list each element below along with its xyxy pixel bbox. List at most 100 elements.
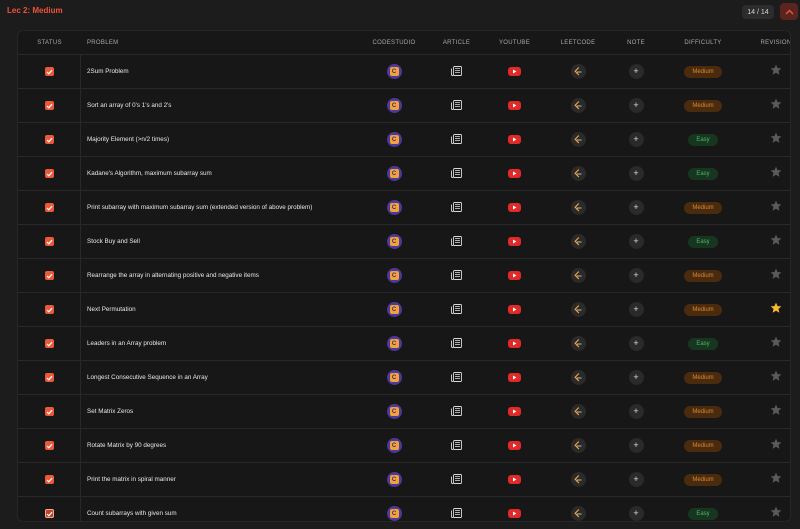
status-checkbox[interactable] <box>44 135 54 144</box>
codestudio-icon[interactable]: C <box>386 506 402 521</box>
star-icon[interactable] <box>770 335 782 353</box>
star-icon[interactable] <box>770 233 782 251</box>
problem-name[interactable]: Rotate Matrix by 90 degrees <box>81 429 356 462</box>
article-icon[interactable] <box>451 233 462 251</box>
leetcode-icon[interactable] <box>570 200 586 215</box>
star-icon[interactable] <box>770 267 782 285</box>
codestudio-icon[interactable]: C <box>386 336 402 351</box>
problem-name[interactable]: Longest Consecutive Sequence in an Array <box>81 361 356 394</box>
youtube-icon[interactable] <box>508 305 521 314</box>
article-icon[interactable] <box>451 335 462 353</box>
problem-name[interactable]: Count subarrays with given sum <box>81 497 356 521</box>
leetcode-icon[interactable] <box>570 132 586 147</box>
status-checkbox[interactable] <box>44 509 54 518</box>
article-icon[interactable] <box>451 131 462 149</box>
add-note-button[interactable]: + <box>628 98 644 113</box>
status-checkbox[interactable] <box>44 203 54 212</box>
article-icon[interactable] <box>451 165 462 183</box>
add-note-button[interactable]: + <box>628 132 644 147</box>
leetcode-icon[interactable] <box>570 438 586 453</box>
problem-name[interactable]: Print subarray with maximum subarray sum… <box>81 191 356 224</box>
status-checkbox[interactable] <box>44 101 54 110</box>
leetcode-icon[interactable] <box>570 370 586 385</box>
youtube-icon[interactable] <box>508 203 521 212</box>
star-icon[interactable] <box>770 301 782 319</box>
problem-name[interactable]: Set Matrix Zeros <box>81 395 356 428</box>
codestudio-icon[interactable]: C <box>386 370 402 385</box>
problem-name[interactable]: Stock Buy and Sell <box>81 225 356 258</box>
star-icon[interactable] <box>770 437 782 455</box>
status-checkbox[interactable] <box>44 441 54 450</box>
article-icon[interactable] <box>451 369 462 387</box>
status-checkbox[interactable] <box>44 339 54 348</box>
star-icon[interactable] <box>770 403 782 421</box>
problem-name[interactable]: Majority Element (>n/2 times) <box>81 123 356 156</box>
codestudio-icon[interactable]: C <box>386 234 402 249</box>
article-icon[interactable] <box>451 63 462 81</box>
codestudio-icon[interactable]: C <box>386 472 402 487</box>
add-note-button[interactable]: + <box>628 64 644 79</box>
codestudio-icon[interactable]: C <box>386 166 402 181</box>
codestudio-icon[interactable]: C <box>386 302 402 317</box>
problem-name[interactable]: 2Sum Problem <box>81 55 356 88</box>
status-checkbox[interactable] <box>44 305 54 314</box>
youtube-icon[interactable] <box>508 237 521 246</box>
problem-name[interactable]: Rearrange the array in alternating posit… <box>81 259 356 292</box>
star-icon[interactable] <box>770 369 782 387</box>
status-checkbox[interactable] <box>44 373 54 382</box>
leetcode-icon[interactable] <box>570 302 586 317</box>
youtube-icon[interactable] <box>508 271 521 280</box>
article-icon[interactable] <box>451 267 462 285</box>
problem-name[interactable]: Print the matrix in spiral manner <box>81 463 356 496</box>
add-note-button[interactable]: + <box>628 234 644 249</box>
article-icon[interactable] <box>451 505 462 522</box>
add-note-button[interactable]: + <box>628 336 644 351</box>
add-note-button[interactable]: + <box>628 370 644 385</box>
leetcode-icon[interactable] <box>570 472 586 487</box>
codestudio-icon[interactable]: C <box>386 438 402 453</box>
add-note-button[interactable]: + <box>628 506 644 521</box>
problem-name[interactable]: Leaders in an Array problem <box>81 327 356 360</box>
problem-name[interactable]: Sort an array of 0's 1's and 2's <box>81 89 356 122</box>
star-icon[interactable] <box>770 505 782 522</box>
add-note-button[interactable]: + <box>628 472 644 487</box>
leetcode-icon[interactable] <box>570 98 586 113</box>
star-icon[interactable] <box>770 199 782 217</box>
youtube-icon[interactable] <box>508 101 521 110</box>
youtube-icon[interactable] <box>508 67 521 76</box>
leetcode-icon[interactable] <box>570 64 586 79</box>
status-checkbox[interactable] <box>44 407 54 416</box>
add-note-button[interactable]: + <box>628 302 644 317</box>
problem-name[interactable]: Next Permutation <box>81 293 356 326</box>
add-note-button[interactable]: + <box>628 200 644 215</box>
article-icon[interactable] <box>451 403 462 421</box>
add-note-button[interactable]: + <box>628 404 644 419</box>
youtube-icon[interactable] <box>508 475 521 484</box>
codestudio-icon[interactable]: C <box>386 268 402 283</box>
status-checkbox[interactable] <box>44 237 54 246</box>
youtube-icon[interactable] <box>508 373 521 382</box>
youtube-icon[interactable] <box>508 509 521 518</box>
codestudio-icon[interactable]: C <box>386 132 402 147</box>
star-icon[interactable] <box>770 131 782 149</box>
leetcode-icon[interactable] <box>570 336 586 351</box>
article-icon[interactable] <box>451 301 462 319</box>
star-icon[interactable] <box>770 97 782 115</box>
codestudio-icon[interactable]: C <box>386 200 402 215</box>
youtube-icon[interactable] <box>508 169 521 178</box>
youtube-icon[interactable] <box>508 441 521 450</box>
star-icon[interactable] <box>770 165 782 183</box>
codestudio-icon[interactable]: C <box>386 98 402 113</box>
article-icon[interactable] <box>451 471 462 489</box>
leetcode-icon[interactable] <box>570 234 586 249</box>
article-icon[interactable] <box>451 199 462 217</box>
youtube-icon[interactable] <box>508 339 521 348</box>
youtube-icon[interactable] <box>508 407 521 416</box>
article-icon[interactable] <box>451 437 462 455</box>
article-icon[interactable] <box>451 97 462 115</box>
leetcode-icon[interactable] <box>570 404 586 419</box>
leetcode-icon[interactable] <box>570 506 586 521</box>
add-note-button[interactable]: + <box>628 166 644 181</box>
codestudio-icon[interactable]: C <box>386 64 402 79</box>
section-title[interactable]: Lec 2: Medium <box>7 6 63 15</box>
